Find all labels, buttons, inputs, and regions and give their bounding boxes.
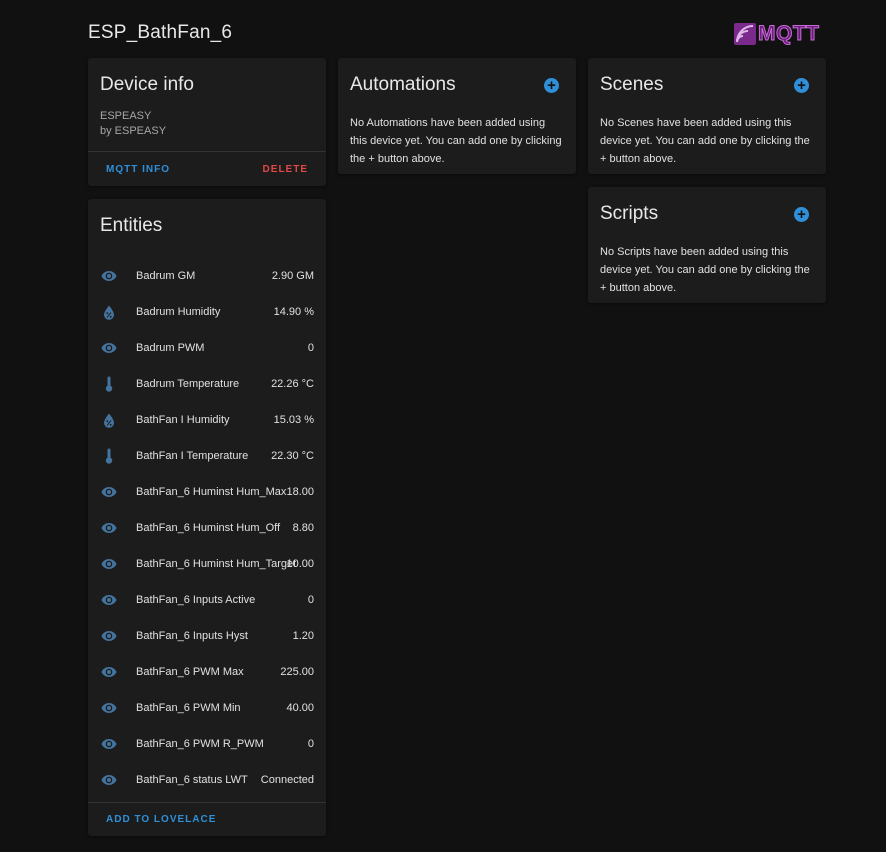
scenes-empty-text: No Scenes have been added using this dev… [600,117,810,165]
mqtt-logo: MQTT [734,22,828,46]
entity-state: 22.30 °C [271,450,314,462]
entities-title: Entities [100,215,163,236]
entity-state: 225.00 [280,666,314,678]
entity-state: 15.03 % [273,414,314,426]
eye-icon [100,267,118,285]
entity-name: BathFan_6 PWM Min [136,702,241,714]
entity-state: 2.90 GM [271,270,314,282]
eye-icon [100,663,118,681]
entity-row[interactable]: Badrum Humidity 14.90 % [88,294,326,330]
eye-icon [100,699,118,717]
entity-state: 10.00 [286,558,314,570]
scripts-title: Scripts [600,203,659,224]
eye-icon [100,519,118,537]
entity-state: Connected [260,774,314,786]
entity-row[interactable]: BathFan_6 status LWT Connected [88,762,326,798]
entity-row[interactable]: BathFan_6 Huminst Hum_Off 8.80 [88,510,326,546]
entity-row[interactable]: BathFan_6 Inputs Hyst 1.20 [88,618,326,654]
mqtt-logo-icon [734,23,756,45]
scenes-card: Scenes + No Scenes have been added using… [588,58,826,174]
automations-title: Automations [350,74,456,95]
entity-name: BathFan_6 Huminst Hum_Max [136,486,287,498]
device-manufacturer: by ESPEASY [100,125,167,137]
entity-row[interactable]: BathFan_6 Inputs Active 0 [88,582,326,618]
entity-row[interactable]: BathFan I Humidity 15.03 % [88,402,326,438]
entity-name: BathFan I Humidity [136,414,230,426]
add-automation-button[interactable]: + [544,78,559,93]
entity-name: BathFan_6 Inputs Active [136,594,256,606]
water-percent-icon [100,411,118,429]
entity-state: 1.20 [292,630,314,642]
device-info-title: Device info [100,74,194,95]
scripts-card: Scripts + No Scripts have been added usi… [588,187,826,303]
entities-card: Entities Badrum GM 2.90 GM Badrum Humidity… [88,199,326,836]
entity-name: BathFan I Temperature [136,450,249,462]
entity-state: 14.90 % [273,306,314,318]
eye-icon [100,771,118,789]
add-scene-button[interactable]: + [794,78,809,93]
entity-name: Badrum Temperature [136,378,240,390]
automations-card: Automations + No Automations have been a… [338,58,576,174]
entity-name: BathFan_6 Huminst Hum_Off [136,522,281,534]
entity-row[interactable]: BathFan_6 Huminst Hum_Max 18.00 [88,474,326,510]
add-script-button[interactable]: + [794,207,809,222]
automations-empty-text: No Automations have been added using thi… [350,117,562,165]
eye-icon [100,735,118,753]
entity-name: Badrum PWM [136,342,205,354]
mqtt-info-button[interactable]: MQTT INFO [106,164,170,175]
entity-row[interactable]: Badrum GM 2.90 GM [88,258,326,294]
eye-icon [100,339,118,357]
entity-name: BathFan_6 Huminst Hum_Target [136,558,297,570]
entity-state: 8.80 [292,522,314,534]
entity-state: 40.00 [286,702,314,714]
entity-row[interactable]: BathFan_6 Huminst Hum_Target 10.00 [88,546,326,582]
entity-state: 0 [307,738,314,750]
eye-icon [100,591,118,609]
entity-name: BathFan_6 PWM R_PWM [136,738,264,750]
thermometer-icon [100,447,118,465]
mqtt-logo-text: MQTT [757,22,820,46]
scenes-title: Scenes [600,74,664,95]
entity-name: BathFan_6 status LWT [136,774,248,786]
scripts-empty-text: No Scripts have been added using this de… [600,246,810,294]
device-info-card: Device info ESPEASY by ESPEASY MQTT INFO… [88,58,326,186]
entity-state: 18.00 [286,486,314,498]
entity-row[interactable]: Badrum Temperature 22.26 °C [88,366,326,402]
water-percent-icon [100,303,118,321]
entity-state: 0 [307,342,314,354]
entity-name: BathFan_6 Inputs Hyst [136,630,248,642]
eye-icon [100,555,118,573]
thermometer-icon [100,375,118,393]
card-divider [88,151,326,152]
eye-icon [100,627,118,645]
device-model: ESPEASY [100,110,152,122]
entity-name: Badrum GM [136,270,196,282]
entity-state: 22.26 °C [271,378,314,390]
add-to-lovelace-button[interactable]: ADD TO LOVELACE [106,814,216,825]
entity-row[interactable]: BathFan I Temperature 22.30 °C [88,438,326,474]
entity-name: Badrum Humidity [136,306,221,318]
entity-row[interactable]: BathFan_6 PWM Min 40.00 [88,690,326,726]
entity-state: 0 [307,594,314,606]
eye-icon [100,483,118,501]
entity-row[interactable]: Badrum PWM 0 [88,330,326,366]
entity-name: BathFan_6 PWM Max [136,666,244,678]
delete-button[interactable]: DELETE [263,164,308,175]
page-title: ESP_BathFan_6 [88,22,233,43]
card-divider [88,802,326,803]
entity-row[interactable]: BathFan_6 PWM R_PWM 0 [88,726,326,762]
entity-row[interactable]: BathFan_6 PWM Max 225.00 [88,654,326,690]
